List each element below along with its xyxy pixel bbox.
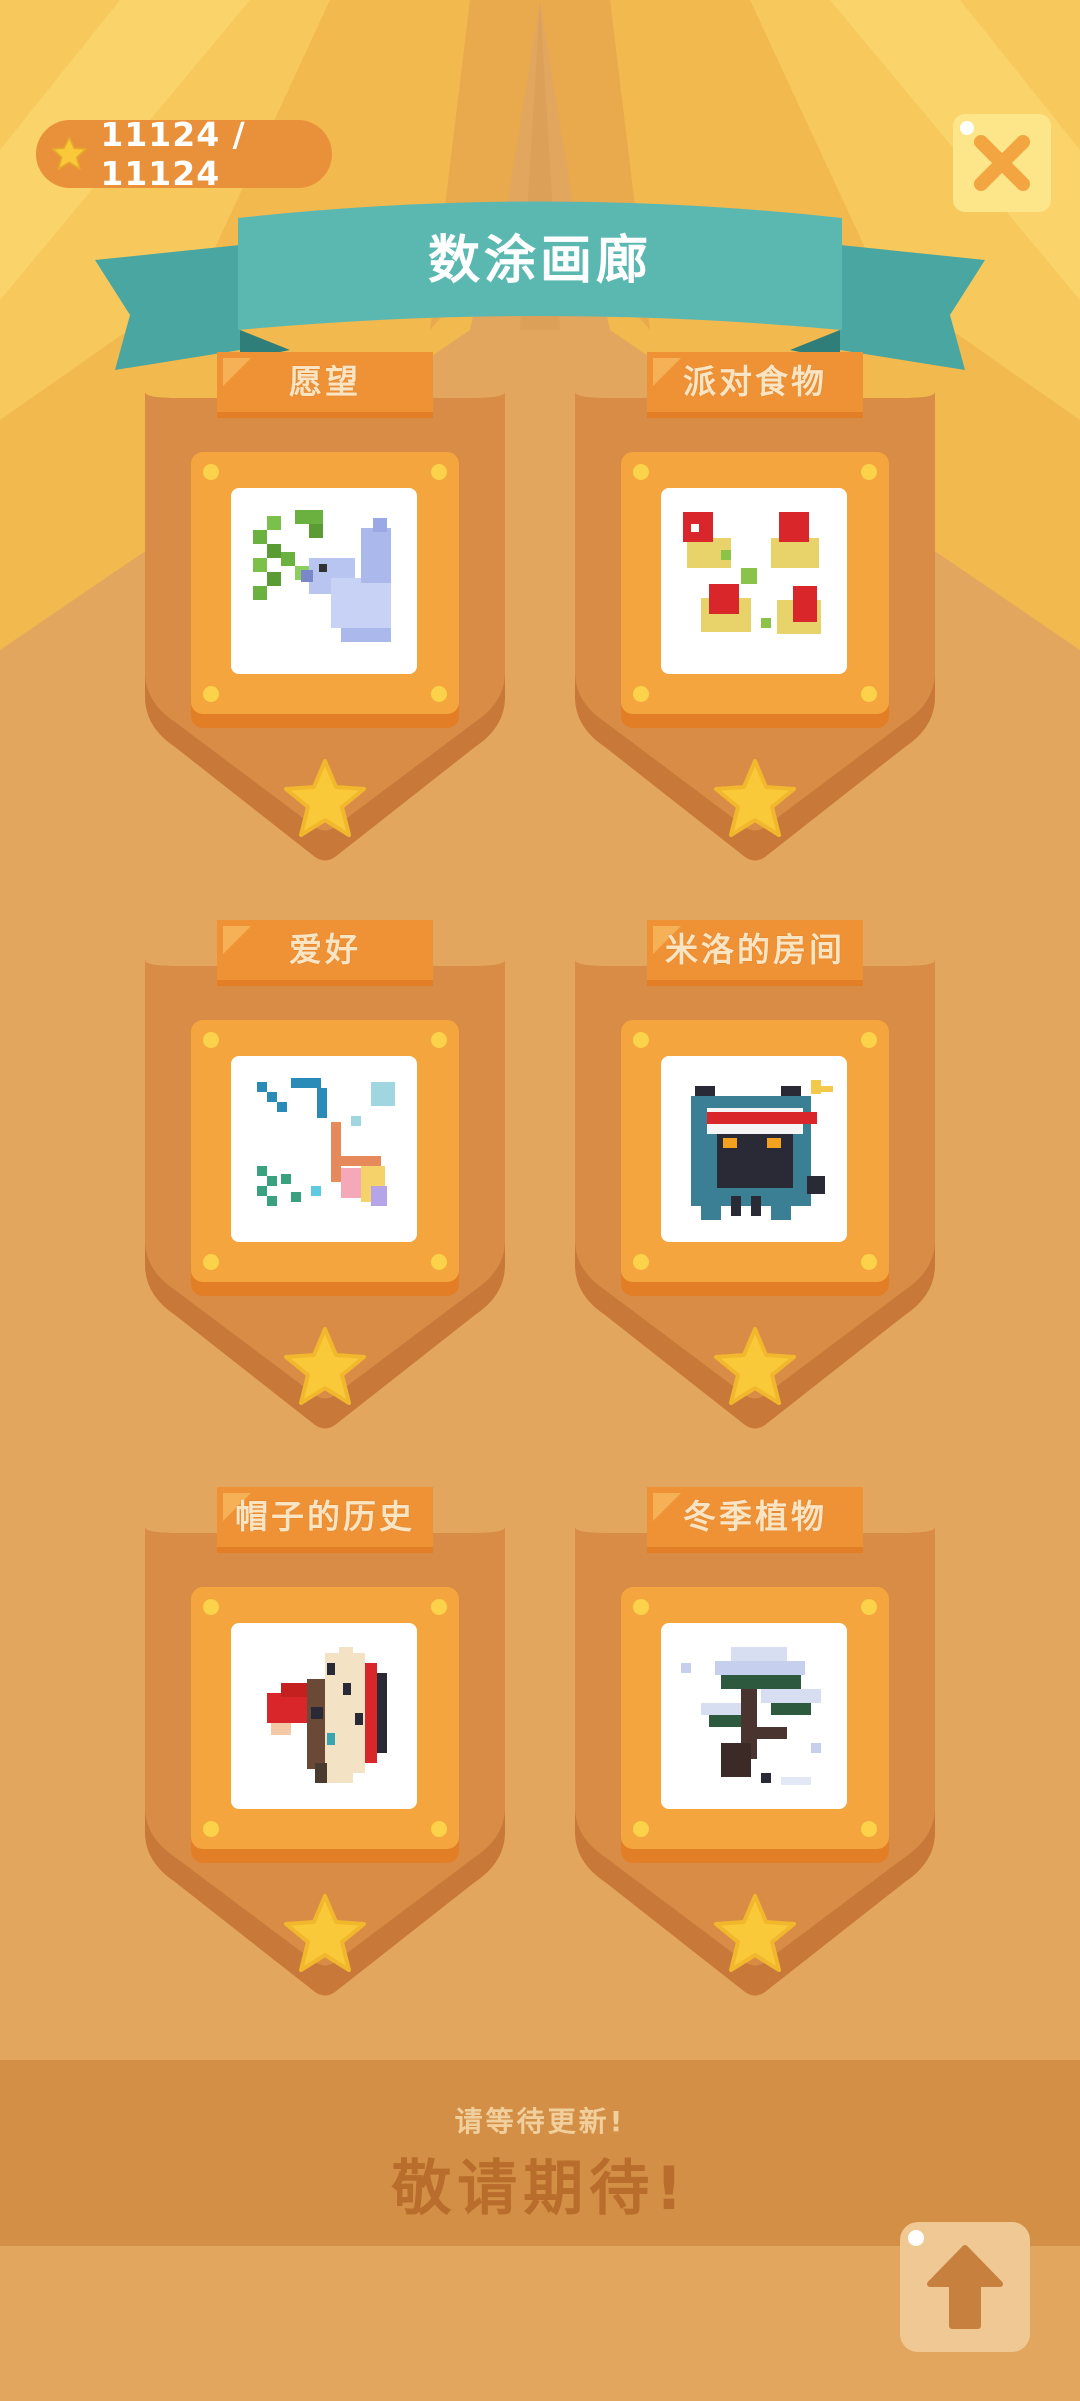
card-title: 冬季植物 [683,1497,827,1536]
star-icon [51,136,87,170]
fishing-art [257,1078,395,1206]
coming-soon-subtitle: 请等待更新! [454,2105,626,2138]
card-title: 爱好 [289,930,361,969]
coming-soon-panel: 请等待更新! 敬请期待! [0,2060,1080,2246]
coming-soon-message: 敬请期待! [391,2154,689,2224]
card-title-tag: 米洛的房间 [647,920,863,986]
snowy-tree-art [681,1647,821,1785]
art-thumbnail-fishing [231,1056,417,1242]
collection-card-hobby[interactable]: 爱好 [145,920,505,1430]
star-icon [714,1327,796,1405]
collection-card-hat-history[interactable]: 帽子的历史 [145,1487,505,1997]
art-thumbnail-party-food [661,488,847,674]
art-thumbnail-snowy-tree [661,1623,847,1809]
headdress-art [267,1647,387,1783]
dove-art [253,510,391,642]
card-title-tag: 帽子的历史 [217,1487,433,1553]
card-title-tag: 冬季植物 [647,1487,863,1553]
star-icon [284,1894,366,1972]
art-thumbnail-headdress [231,1623,417,1809]
card-title: 派对食物 [683,362,827,401]
card-title-tag: 派对食物 [647,352,863,418]
scroll-top-button[interactable] [900,2222,1030,2352]
card-title: 米洛的房间 [665,930,845,969]
star-counter: 11124 / 11124 [36,115,332,193]
cat-art [691,1080,833,1220]
star-icon [714,1894,796,1972]
party-food-art [683,512,821,634]
page-title: 数涂画廊 [427,231,652,291]
collection-card-milo-room[interactable]: 米洛的房间 [575,920,935,1430]
collection-card-wish[interactable]: 愿望 [145,352,505,862]
star-icon [284,759,366,837]
card-title-tag: 爱好 [217,920,433,986]
card-title: 愿望 [289,362,361,401]
star-icon [714,759,796,837]
art-thumbnail-dove [231,488,417,674]
card-title-tag: 愿望 [217,352,433,418]
arrow-up-icon [908,2230,1003,2329]
card-title: 帽子的历史 [235,1497,415,1536]
art-thumbnail-cat [661,1056,847,1242]
collection-card-party-food[interactable]: 派对食物 [575,352,935,862]
star-icon [284,1327,366,1405]
collection-card-winter-plants[interactable]: 冬季植物 [575,1487,935,1997]
star-count: 11124 / 11124 [100,115,246,193]
